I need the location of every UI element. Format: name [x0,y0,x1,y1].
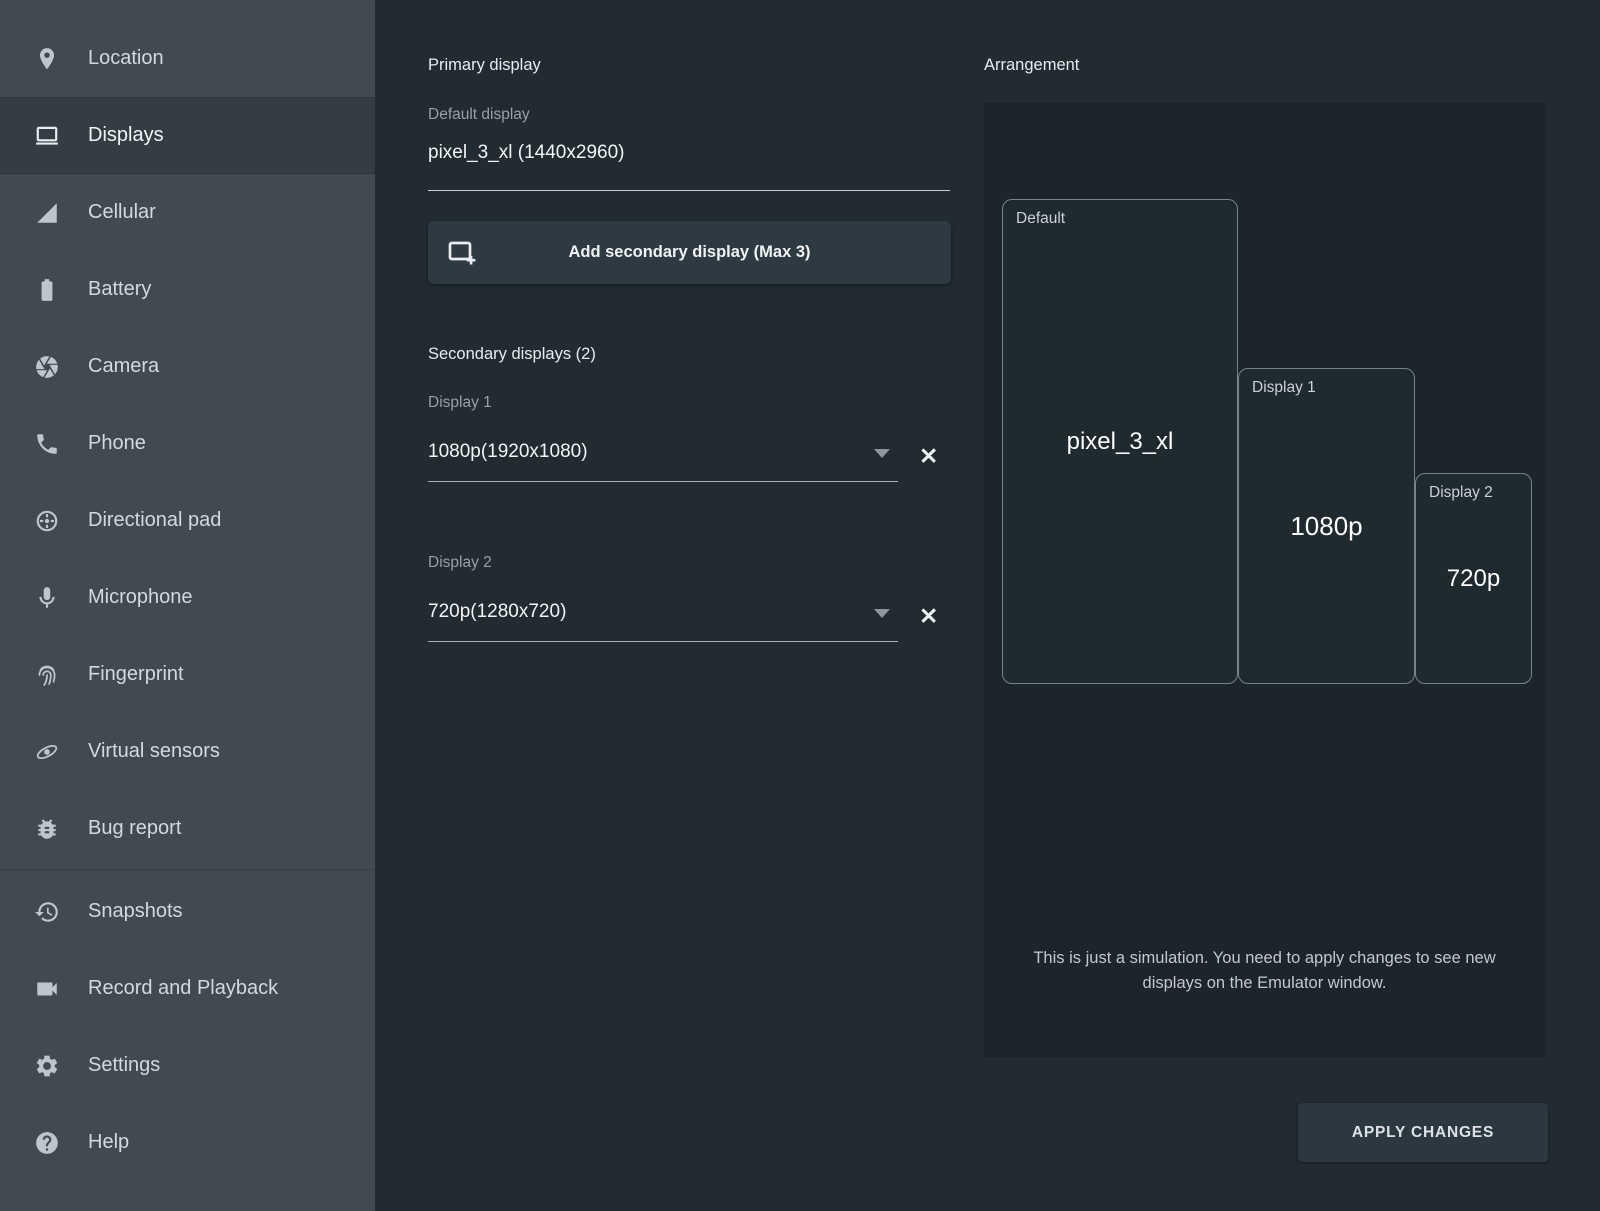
sidebar-item-record-and-playback[interactable]: Record and Playback [0,950,375,1027]
sidebar-item-label: Microphone [88,586,193,609]
display-1-dropdown-chevron-icon[interactable] [874,449,890,458]
sidebar-item-snapshots[interactable]: Snapshots [0,873,375,950]
display-1-label: Display 1 [428,394,492,412]
sidebar-item-label: Directional pad [88,509,221,532]
sidebar-item-label: Snapshots [88,900,183,923]
sidebar-item-label: Location [88,47,164,70]
sidebar-item-label: Cellular [88,201,156,224]
display-1-underline [428,481,898,482]
sidebar-item-label: Battery [88,278,151,301]
battery-icon [34,277,60,303]
sidebar-item-virtual-sensors[interactable]: Virtual sensors [0,713,375,790]
displays-icon [34,123,60,149]
sidebar-item-cellular[interactable]: Cellular [0,174,375,251]
microphone-icon [34,585,60,611]
sidebar-item-phone[interactable]: Phone [0,405,375,482]
cellular-icon [34,200,60,226]
help-icon [34,1130,60,1156]
default-display-label: Default display [428,106,530,124]
arrangement-box-value: 720p [1416,474,1531,683]
fingerprint-icon [34,662,60,688]
default-display-value: pixel_3_xl (1440x2960) [428,142,624,164]
sidebar-item-label: Camera [88,355,159,378]
dpad-icon [34,508,60,534]
display-1-remove-button[interactable]: ✕ [919,445,938,468]
sidebar-item-label: Virtual sensors [88,740,220,763]
add-display-icon [446,237,478,269]
sidebar-item-camera[interactable]: Camera [0,328,375,405]
arrangement-panel: Default pixel_3_xl Display 1 1080p Displ… [984,103,1545,1057]
display-2-remove-button[interactable]: ✕ [919,605,938,628]
arrangement-box-display-2[interactable]: Display 2 720p [1415,473,1532,684]
location-icon [34,46,60,72]
camera-icon [34,354,60,380]
sidebar-item-displays[interactable]: Displays [0,97,375,174]
simulation-note: This is just a simulation. You need to a… [1024,946,1505,996]
display-2-dropdown-chevron-icon[interactable] [874,609,890,618]
apply-changes-button[interactable]: APPLY CHANGES [1298,1103,1548,1162]
sidebar-item-help[interactable]: Help [0,1104,375,1181]
secondary-displays-title: Secondary displays (2) [428,345,596,364]
phone-icon [34,431,60,457]
arrangement-box-value: 1080p [1239,369,1414,683]
extended-controls-window: Location Displays Cellular Battery Camer [0,0,1600,1211]
bug-icon [34,816,60,842]
virtual-sensors-icon [34,739,60,765]
display-2-underline [428,641,898,642]
sidebar-item-label: Displays [88,124,164,147]
settings-icon [34,1053,60,1079]
sidebar-item-label: Help [88,1131,129,1154]
sidebar-item-location[interactable]: Location [0,20,375,97]
add-secondary-display-button[interactable]: Add secondary display (Max 3) [428,221,951,284]
sidebar: Location Displays Cellular Battery Camer [0,0,375,1211]
arrangement-title: Arrangement [984,56,1079,75]
default-display-underline [428,190,950,191]
display-2-label: Display 2 [428,554,492,572]
sidebar-divider [0,869,375,870]
sidebar-item-battery[interactable]: Battery [0,251,375,328]
sidebar-item-fingerprint[interactable]: Fingerprint [0,636,375,713]
display-2-select-value[interactable]: 720p(1280x720) [428,601,566,623]
sidebar-item-bug-report[interactable]: Bug report [0,790,375,867]
apply-changes-label: APPLY CHANGES [1352,1124,1494,1142]
arrangement-box-default[interactable]: Default pixel_3_xl [1002,199,1238,684]
sidebar-item-label: Bug report [88,817,181,840]
record-icon [34,976,60,1002]
primary-display-title: Primary display [428,56,541,75]
snapshots-icon [34,899,60,925]
arrangement-box-display-1[interactable]: Display 1 1080p [1238,368,1415,684]
arrangement-box-value: pixel_3_xl [1003,200,1237,683]
add-secondary-display-label: Add secondary display (Max 3) [428,243,951,262]
display-1-select-value[interactable]: 1080p(1920x1080) [428,441,588,463]
sidebar-item-settings[interactable]: Settings [0,1027,375,1104]
sidebar-item-label: Record and Playback [88,977,278,1000]
sidebar-item-label: Settings [88,1054,160,1077]
sidebar-item-microphone[interactable]: Microphone [0,559,375,636]
sidebar-item-directional-pad[interactable]: Directional pad [0,482,375,559]
sidebar-item-label: Phone [88,432,146,455]
sidebar-item-label: Fingerprint [88,663,184,686]
